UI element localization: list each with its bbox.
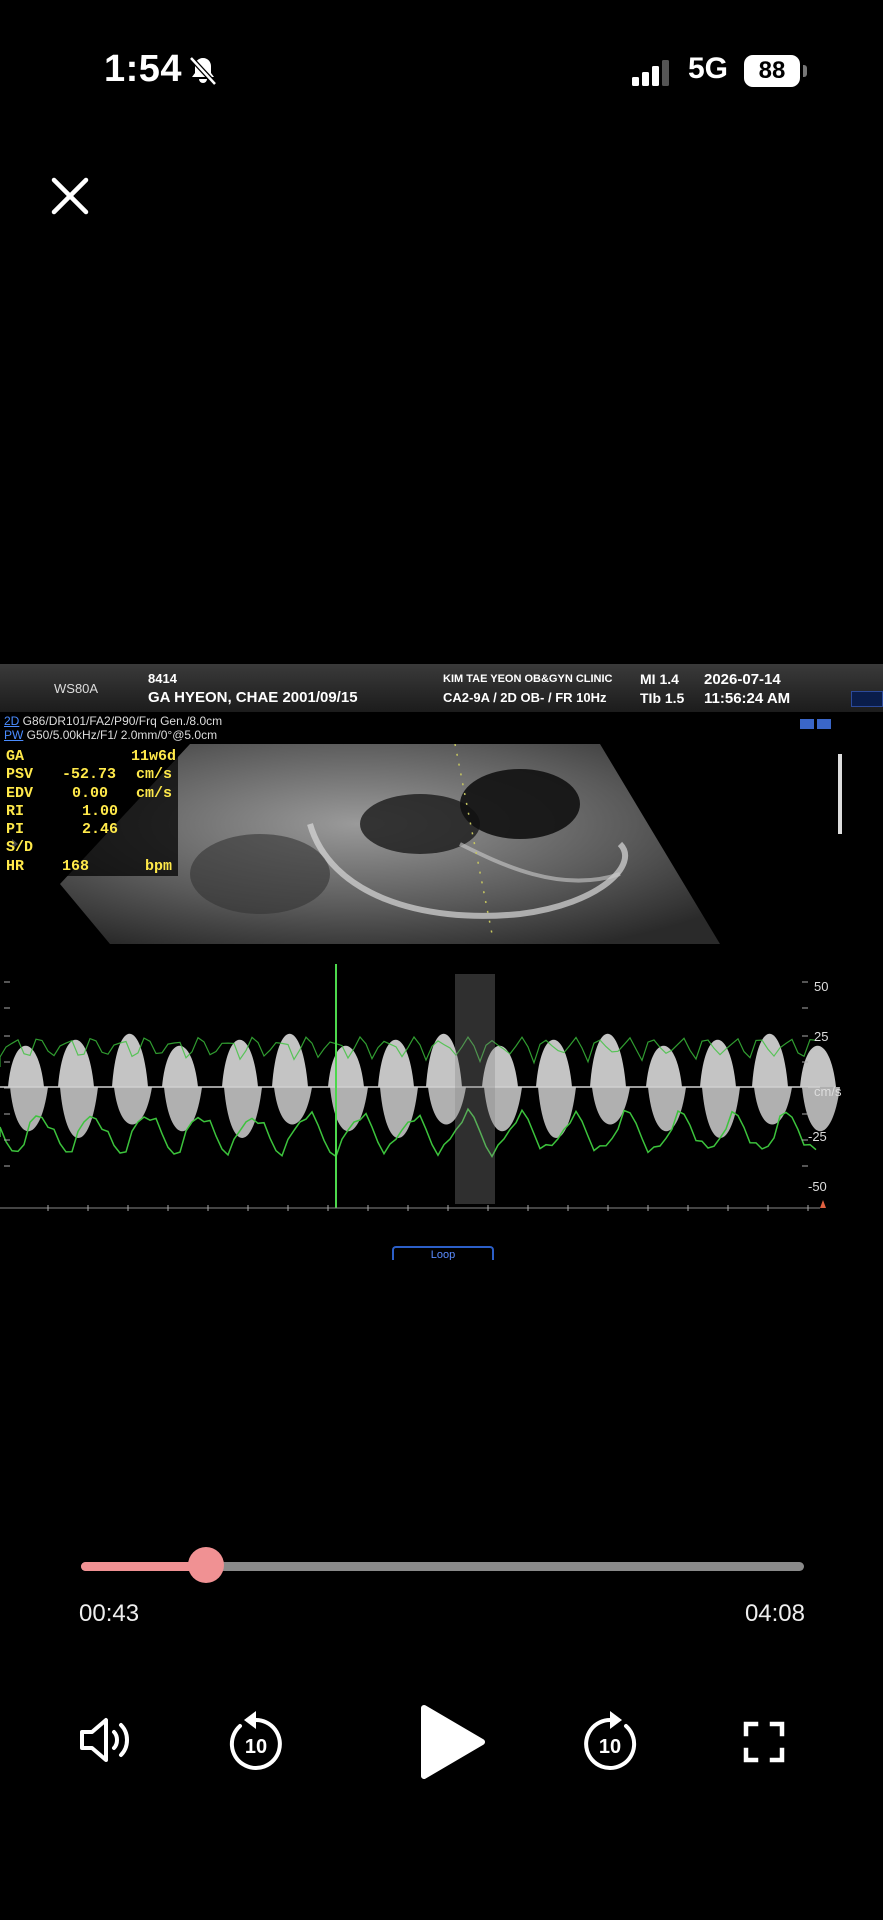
volume-icon [80, 1718, 129, 1762]
cellular-signal-icon [632, 60, 669, 86]
measurement-value: 1.00 [82, 802, 119, 820]
probe-info: CA2-9A / 2D OB- / FR 10Hz [443, 690, 607, 705]
fullscreen-icon [743, 1721, 785, 1763]
patient-id: 8414 [148, 671, 177, 686]
volume-button[interactable] [76, 1710, 136, 1770]
clinic-name: KIM TAE YEON OB&GYN CLINIC [443, 673, 613, 685]
spectrum-lower-lobe [592, 1087, 630, 1125]
measurement-key: EDV [6, 784, 34, 802]
ultrasound-frame[interactable]: WS80A 8414 GA HYEON, CHAE 2001/09/15 KIM… [0, 664, 883, 1260]
spectrum-lower-lobe [754, 1087, 792, 1125]
measurement-row: RI 1.00 [2, 803, 178, 821]
measurement-row: HR 168 bpm [2, 858, 178, 876]
spectrum-upper-lobe [162, 1045, 198, 1087]
measurement-value: 2.46 [82, 821, 119, 839]
ultrasound-header: WS80A 8414 GA HYEON, CHAE 2001/09/15 KIM… [0, 664, 883, 712]
current-time: 00:43 [79, 1600, 140, 1627]
header-tab [851, 691, 883, 707]
measurement-panel: GA 11w6d PSV -52.73 cm/s EDV 0.00 cm/s R… [2, 748, 178, 876]
measurement-key: GA [6, 748, 25, 765]
patient-name: GA HYEON, CHAE 2001/09/15 [148, 689, 358, 706]
spectrum-upper-lobe [700, 1039, 736, 1087]
marker-triangle [820, 1200, 826, 1208]
thermal-index: TIb 1.5 [640, 690, 685, 706]
battery-tip [803, 65, 807, 77]
measurement-unit: bpm [144, 857, 172, 875]
spectrum-upper-lobe [752, 1033, 788, 1087]
play-icon [421, 1705, 485, 1779]
spectrum-upper-lobe [8, 1045, 44, 1087]
measurement-key: PI [6, 821, 25, 839]
play-button[interactable] [414, 1702, 488, 1782]
scale-label: cm/s [814, 1084, 842, 1099]
measurement-row: GA 11w6d [2, 748, 178, 766]
measurement-row: EDV 0.00 cm/s [2, 785, 178, 803]
spectrum-upper-lobe [328, 1045, 364, 1087]
noise-band [455, 974, 495, 1204]
exam-time: 11:56:24 AM [704, 690, 791, 707]
scale-label: -50 [808, 1179, 827, 1194]
measurement-value: 168 [62, 857, 90, 875]
spectrum-lower-lobe [224, 1087, 262, 1138]
measurement-unit: cm/s [135, 766, 172, 784]
pw-settings: G50/5.00kHz/F1/ 2.0mm/0°@5.0cm [23, 728, 218, 742]
duration: 04:08 [744, 1600, 805, 1627]
rewind-seconds: 10 [244, 1736, 268, 1758]
spectrum-upper-lobe [222, 1039, 258, 1087]
measurement-key: PSV [6, 766, 34, 784]
measurement-value: -52.73 [62, 766, 117, 784]
measurement-value: 0.00 [72, 784, 109, 802]
pw-params: PW G50/5.00kHz/F1/ 2.0mm/0°@5.0cm [4, 728, 217, 742]
device-model: WS80A [54, 681, 99, 696]
rewind-10-button[interactable]: 10 [226, 1708, 286, 1772]
seek-thumb[interactable] [188, 1547, 225, 1583]
measurement-key: S/D [6, 839, 34, 857]
measurement-key: HR [6, 857, 25, 875]
status-bar: 1:54 5G 88 [0, 0, 883, 150]
forward-seconds: 10 [598, 1736, 622, 1758]
spectrum-lower-lobe [538, 1087, 576, 1138]
measurement-row: PSV -52.73 cm/s [2, 766, 178, 784]
spectrum-upper-lobe [272, 1033, 308, 1087]
forward-10-button[interactable]: 10 [580, 1708, 640, 1772]
spectrum-lower-lobe [164, 1087, 202, 1132]
spectrum-lower-lobe [648, 1087, 686, 1132]
loop-button[interactable]: Loop [392, 1246, 494, 1260]
scale-label: 50 [814, 979, 829, 994]
pw-label: PW [4, 728, 24, 742]
scale-label: 25 [814, 1029, 829, 1044]
bmode-settings: G86/DR101/FA2/P90/Frq Gen./8.0cm [19, 714, 223, 728]
spectrum-lower-lobe [380, 1087, 418, 1138]
bell-slash-icon [189, 56, 217, 86]
measurement-key: RI [6, 802, 25, 820]
measurement-value: 11w6d [130, 748, 176, 765]
spectrum-upper-lobe [58, 1039, 94, 1087]
close-icon[interactable] [46, 172, 94, 220]
bmode-label: 2D [4, 714, 20, 728]
hud-icons [800, 719, 831, 729]
measurement-row: S/D [2, 839, 178, 857]
bmode-params: 2D G86/DR101/FA2/P90/Frq Gen./8.0cm [4, 714, 222, 728]
status-time: 1:54 [104, 48, 183, 90]
doppler-spectrum [0, 964, 840, 1211]
fullscreen-button[interactable] [742, 1720, 786, 1764]
battery-icon: 88 [744, 55, 800, 87]
measurement-unit: cm/s [135, 784, 172, 802]
mechanical-index: MI 1.4 [640, 671, 679, 687]
exam-date: 2026-07-14 [704, 671, 781, 688]
measurement-row: PI 2.46 [2, 821, 178, 839]
network-type: 5G [688, 52, 729, 85]
scale-label: -25 [808, 1129, 827, 1144]
seek-bar[interactable] [81, 1547, 804, 1583]
